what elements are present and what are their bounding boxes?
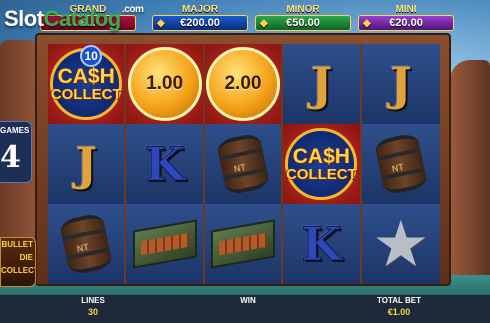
reel-cell: NT	[361, 124, 440, 204]
jackpot-minor: MINOR ◆ €50.00	[255, 4, 351, 31]
reel-cell: K	[126, 124, 205, 204]
game-logo: BULLET DIE COLLECT	[0, 237, 36, 287]
barrel-symbol: NT	[215, 132, 271, 196]
barrel-symbol: NT	[58, 212, 114, 276]
watermark-logo: SlotCatalog .com	[4, 4, 144, 31]
j-symbol: J	[389, 57, 412, 111]
reel-cell: CA$H COLLECT	[283, 124, 362, 204]
lines-display: LINES 30	[81, 296, 105, 317]
free-games-panel: GAMES 4	[0, 121, 32, 183]
jackpot-major: MAJOR ◆ €200.00	[152, 4, 248, 31]
j-symbol: J	[75, 137, 98, 191]
total-bet-display: TOTAL BET €1.00	[377, 296, 421, 317]
reel-cell: 1.00	[126, 44, 205, 124]
jackpot-minor-label: MINOR	[286, 4, 320, 15]
dynamite-box-symbol	[132, 219, 197, 269]
sheriff-badge-icon: ★	[372, 208, 430, 280]
reel-cell: K	[283, 204, 362, 284]
jackpot-major-label: MAJOR	[181, 4, 219, 15]
k-symbol: K	[144, 137, 185, 192]
bottom-bar: LINES 30 WIN TOTAL BET €1.00	[0, 295, 490, 323]
reel-cell: NT	[48, 204, 127, 284]
mesa-right	[450, 60, 490, 300]
multiplier-badge: 10	[80, 45, 103, 67]
barrel-symbol: NT	[373, 132, 429, 196]
reel-cell: 2.00	[204, 44, 284, 124]
reel-cell: 10 CA$H COLLECT	[48, 44, 127, 124]
reel-cell	[126, 204, 205, 284]
free-games-label: GAMES	[0, 126, 30, 135]
diamond-icon: ◆	[260, 18, 268, 29]
reel-cell: J	[361, 44, 440, 124]
cash-collect-symbol: 10 CA$H COLLECT	[50, 45, 123, 120]
reel-cell	[204, 204, 284, 284]
k-symbol: K	[301, 217, 342, 272]
reel-cell: J	[48, 124, 127, 204]
jackpot-minor-value: ◆ €50.00	[255, 15, 351, 31]
dynamite-box-symbol	[210, 219, 275, 269]
diamond-icon: ◆	[363, 18, 371, 29]
coin-symbol: 1.00	[127, 47, 202, 121]
reel-cell: J	[283, 44, 362, 124]
win-display: WIN	[240, 296, 256, 305]
jackpot-mini-value: ◆ €20.00	[358, 15, 454, 31]
reel-cell: ★	[361, 204, 440, 284]
free-games-count: 4	[0, 140, 21, 175]
coin-symbol: 2.00	[205, 47, 280, 121]
reel-grid: 10 CA$H COLLECT 1.00 2.00 J J J K NT CA$…	[48, 44, 440, 284]
j-symbol: J	[310, 57, 333, 111]
diamond-icon: ◆	[157, 18, 165, 29]
jackpot-major-value: ◆ €200.00	[152, 15, 248, 31]
cash-collect-symbol: CA$H COLLECT	[285, 128, 358, 200]
jackpot-mini: MINI ◆ €20.00	[358, 4, 454, 31]
reel-cell: NT	[204, 124, 284, 204]
jackpot-mini-label: MINI	[395, 4, 417, 15]
